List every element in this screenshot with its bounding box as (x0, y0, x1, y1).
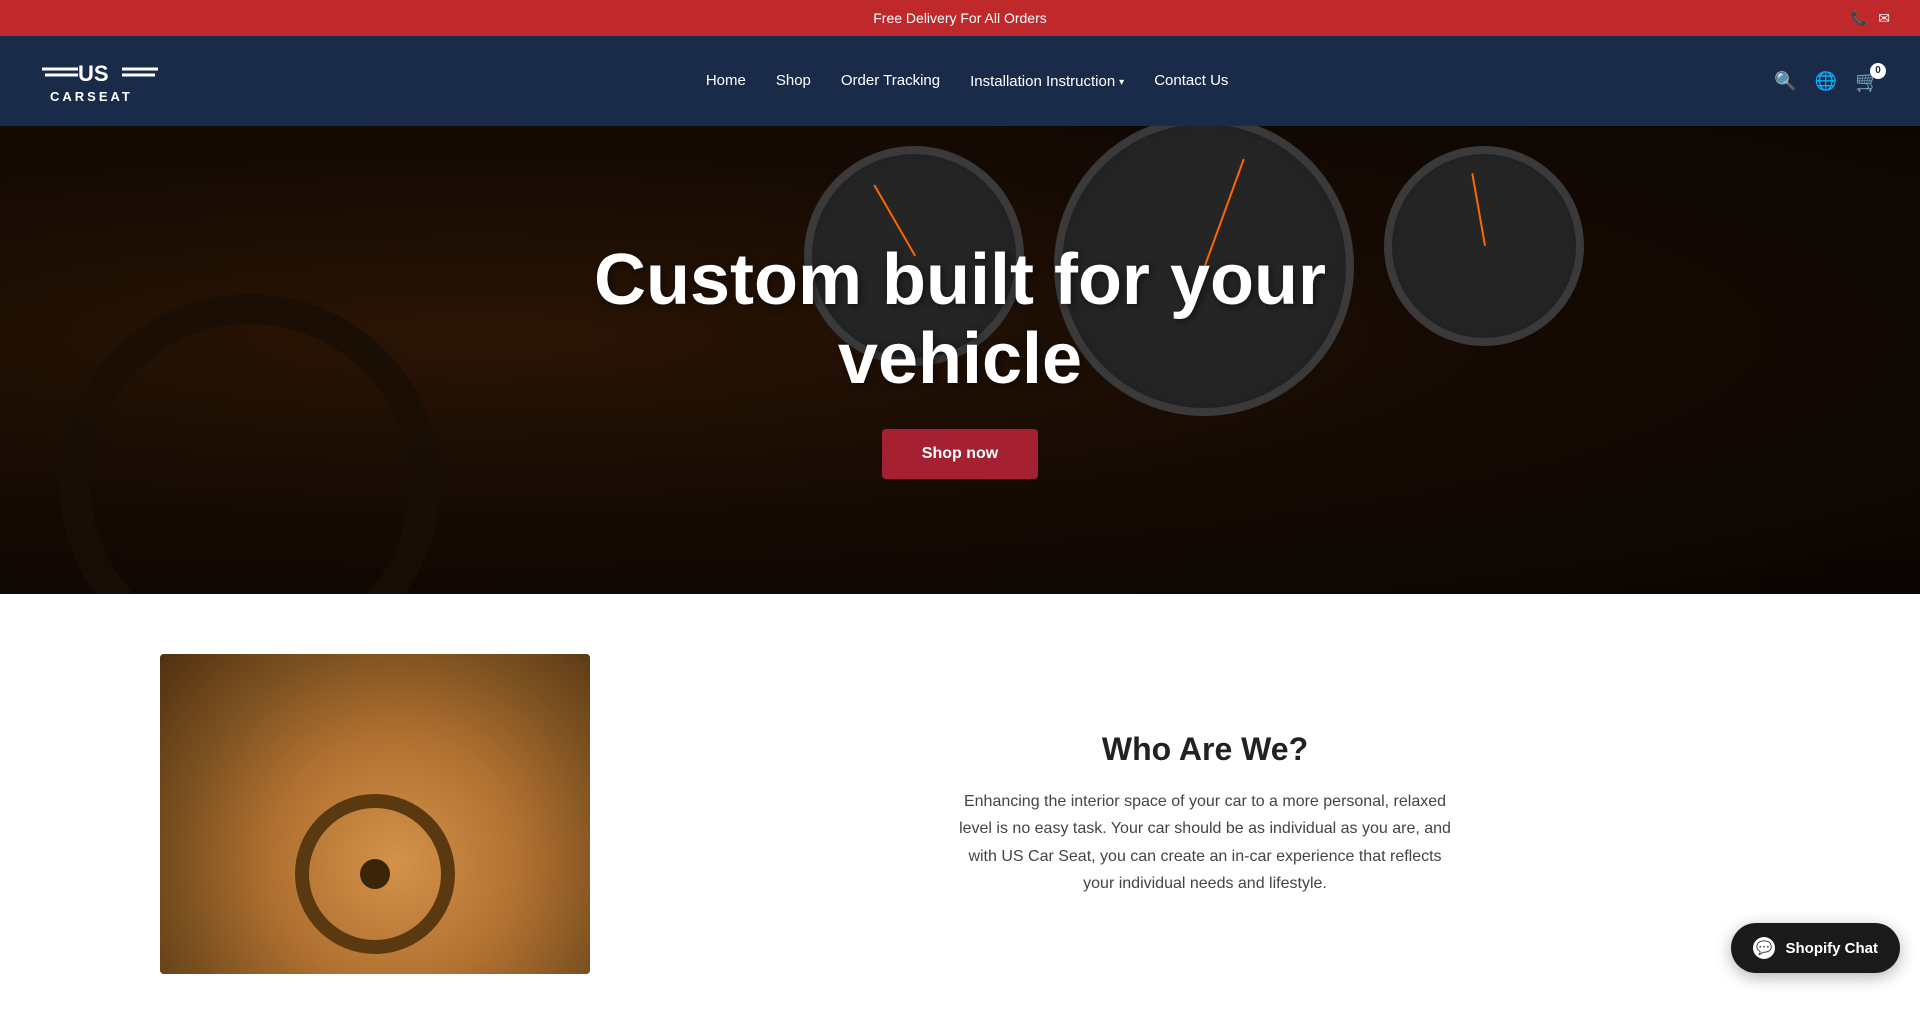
nav-dropdown-installation[interactable]: Installation Instruction ▾ (970, 73, 1124, 90)
announcement-bar: Free Delivery For All Orders 📞 ✉ (0, 0, 1920, 36)
chat-bubble-icon (1753, 937, 1775, 959)
nav-item-home[interactable]: Home (706, 72, 746, 90)
who-description: Enhancing the interior space of your car… (955, 788, 1455, 897)
hero-title-line2: vehicle (838, 319, 1082, 399)
who-section: Who Are We? Enhancing the interior space… (0, 594, 1920, 1034)
hero-section: Custom built for your vehicle Shop now (0, 126, 1920, 594)
nav-item-shop[interactable]: Shop (776, 72, 811, 90)
svg-text:CARSEAT: CARSEAT (50, 89, 133, 104)
hero-title-line1: Custom built for your (594, 240, 1326, 320)
nav-actions: 🔍 🌐 🛒 0 (1774, 69, 1880, 94)
logo[interactable]: US CARSEAT (40, 51, 160, 111)
contact-icons: 📞 ✉ (1851, 10, 1890, 27)
main-nav: Home Shop Order Tracking Installation In… (706, 72, 1229, 90)
cart-badge: 0 (1870, 63, 1886, 79)
nav-item-installation[interactable]: Installation Instruction ▾ (970, 73, 1124, 90)
needle-3 (1471, 173, 1486, 246)
who-text-area: Who Are We? Enhancing the interior space… (650, 731, 1760, 897)
nav-link-installation: Installation Instruction (970, 73, 1115, 90)
hero-title: Custom built for your vehicle (594, 241, 1326, 399)
chat-label: Shopify Chat (1785, 940, 1878, 957)
hero-content: Custom built for your vehicle Shop now (594, 241, 1326, 479)
nav-link-home[interactable]: Home (706, 72, 746, 89)
shop-now-button[interactable]: Shop now (882, 429, 1038, 479)
who-steering-wheel (295, 794, 455, 954)
steering-wheel (60, 294, 440, 594)
header: US CARSEAT Home Shop Order Tracking Inst… (0, 36, 1920, 126)
nav-link-order-tracking[interactable]: Order Tracking (841, 72, 940, 89)
who-image (160, 654, 590, 974)
steering-center (360, 859, 390, 889)
logo-svg: US CARSEAT (40, 51, 160, 111)
phone-icon: 📞 (1851, 10, 1868, 27)
who-heading: Who Are We? (650, 731, 1760, 768)
chat-button[interactable]: Shopify Chat (1731, 923, 1900, 973)
nav-link-shop[interactable]: Shop (776, 72, 811, 89)
gauge-3 (1384, 146, 1584, 346)
cart-button[interactable]: 🛒 0 (1855, 69, 1880, 94)
svg-text:US: US (78, 61, 109, 86)
announcement-text: Free Delivery For All Orders (873, 10, 1046, 26)
search-button[interactable]: 🔍 (1774, 71, 1796, 92)
email-icon: ✉ (1878, 10, 1890, 27)
language-button[interactable]: 🌐 (1815, 71, 1837, 92)
nav-link-contact[interactable]: Contact Us (1154, 72, 1228, 89)
nav-item-contact[interactable]: Contact Us (1154, 72, 1228, 90)
chevron-down-icon: ▾ (1119, 77, 1124, 88)
nav-item-order-tracking[interactable]: Order Tracking (841, 72, 940, 90)
